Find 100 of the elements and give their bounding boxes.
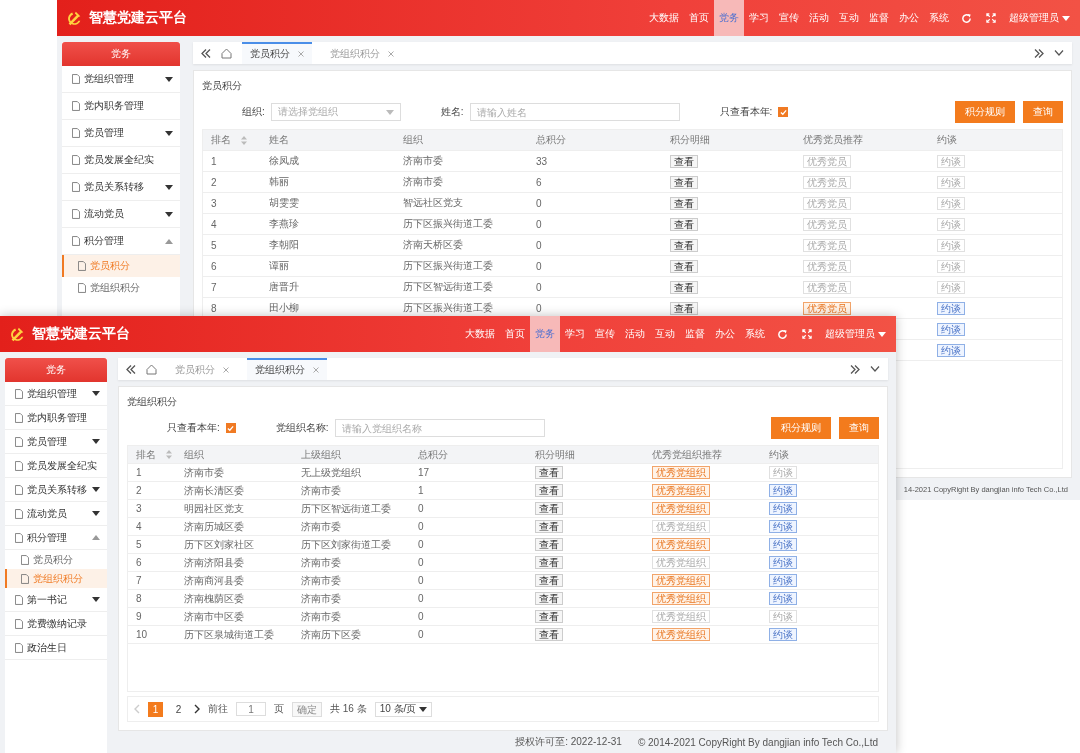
double-chevron-left-icon[interactable]: [126, 364, 136, 374]
nav-item[interactable]: 互动: [650, 316, 680, 352]
interview-button[interactable]: 约谈: [936, 343, 965, 357]
view-button[interactable]: 查看: [669, 301, 698, 315]
nav-item[interactable]: 办公: [894, 0, 924, 36]
nav-item[interactable]: 监督: [680, 316, 710, 352]
tab[interactable]: 党组织积分: [322, 42, 402, 64]
next-page-icon[interactable]: [194, 704, 200, 714]
recommend-button[interactable]: 优秀党组织: [652, 574, 710, 587]
view-button[interactable]: 查看: [669, 175, 698, 189]
recommend-button[interactable]: 优秀党组织: [652, 538, 710, 551]
nav-item[interactable]: 互动: [834, 0, 864, 36]
view-button[interactable]: 查看: [669, 217, 698, 231]
view-button[interactable]: 查看: [535, 574, 563, 587]
recommend-button[interactable]: 优秀党组织: [652, 484, 710, 497]
double-chevron-right-icon[interactable]: [1034, 48, 1044, 58]
close-icon[interactable]: [298, 51, 304, 57]
interview-button[interactable]: 约谈: [936, 322, 965, 336]
view-button[interactable]: 查看: [535, 484, 563, 497]
column-header[interactable]: 排名: [128, 447, 176, 462]
double-chevron-left-icon[interactable]: [201, 48, 211, 58]
interview-button[interactable]: 约谈: [936, 301, 965, 315]
page-button[interactable]: 1: [148, 701, 163, 717]
double-chevron-right-icon[interactable]: [850, 364, 860, 374]
page-button[interactable]: 2: [171, 701, 186, 717]
nav-item[interactable]: 党务: [530, 316, 560, 352]
tab[interactable]: 党员积分: [167, 358, 237, 380]
view-button[interactable]: 查看: [535, 610, 563, 623]
interview-button[interactable]: 约谈: [769, 628, 797, 641]
nav-item[interactable]: 系统: [740, 316, 770, 352]
recommend-button[interactable]: 优秀党组织: [652, 628, 710, 641]
sidebar-subitem[interactable]: 党员积分: [62, 255, 180, 277]
nav-item[interactable]: 活动: [804, 0, 834, 36]
fullscreen-icon[interactable]: [802, 329, 812, 339]
view-button[interactable]: 查看: [669, 238, 698, 252]
recommend-button[interactable]: 优秀党组织: [652, 592, 710, 605]
interview-button[interactable]: 约谈: [769, 538, 797, 551]
view-button[interactable]: 查看: [669, 280, 698, 294]
nav-item[interactable]: 大数据: [644, 0, 684, 36]
interview-button[interactable]: 约谈: [769, 502, 797, 515]
nav-item[interactable]: 学习: [560, 316, 590, 352]
tab[interactable]: 党组织积分: [247, 358, 327, 380]
nav-item[interactable]: 活动: [620, 316, 650, 352]
input-field[interactable]: 请输入党组织名称: [334, 419, 545, 437]
view-button[interactable]: 查看: [535, 628, 563, 641]
action-button[interactable]: 查询: [839, 417, 879, 439]
view-button[interactable]: 查看: [535, 520, 563, 533]
interview-button[interactable]: 约谈: [769, 574, 797, 587]
nav-item[interactable]: 监督: [864, 0, 894, 36]
page-size-select[interactable]: 10 条/页: [374, 701, 433, 717]
action-button[interactable]: 积分规则: [771, 417, 831, 439]
checkbox[interactable]: [225, 423, 236, 433]
confirm-button[interactable]: 确定: [292, 701, 322, 717]
view-button[interactable]: 查看: [669, 259, 698, 273]
input-field[interactable]: 请输入姓名: [469, 103, 680, 121]
sidebar-subitem[interactable]: 党组织积分: [5, 569, 107, 588]
close-icon[interactable]: [313, 367, 319, 373]
nav-item[interactable]: 大数据: [460, 316, 500, 352]
close-icon[interactable]: [223, 367, 229, 373]
view-button[interactable]: 查看: [669, 196, 698, 210]
nav-item[interactable]: 学习: [744, 0, 774, 36]
page-input[interactable]: 1: [236, 702, 266, 716]
view-button[interactable]: 查看: [535, 592, 563, 605]
close-icon[interactable]: [388, 51, 394, 57]
user-menu[interactable]: 超级管理员: [1003, 11, 1080, 25]
recommend-button[interactable]: 优秀党组织: [652, 502, 710, 515]
chevron-down-icon[interactable]: [1054, 50, 1064, 56]
nav-item[interactable]: 宣传: [590, 316, 620, 352]
action-button[interactable]: 积分规则: [955, 101, 1015, 123]
column-header[interactable]: 排名: [203, 133, 261, 147]
view-button[interactable]: 查看: [535, 502, 563, 515]
interview-button[interactable]: 约谈: [769, 484, 797, 497]
action-button[interactable]: 查询: [1023, 101, 1063, 123]
refresh-icon[interactable]: [961, 12, 972, 24]
nav-item[interactable]: 首页: [684, 0, 714, 36]
tab[interactable]: 党员积分: [242, 42, 312, 64]
interview-button[interactable]: 约谈: [769, 556, 797, 569]
table-cell-text: 0: [417, 503, 425, 514]
fullscreen-icon[interactable]: [986, 13, 996, 23]
nav-item[interactable]: 系统: [924, 0, 954, 36]
recommend-button[interactable]: 优秀党员: [803, 301, 851, 315]
chevron-down-icon[interactable]: [870, 366, 880, 372]
select-field[interactable]: 请选择党组织: [270, 103, 401, 121]
refresh-icon[interactable]: [777, 328, 788, 340]
view-button[interactable]: 查看: [535, 556, 563, 569]
interview-button[interactable]: 约谈: [769, 520, 797, 533]
view-button[interactable]: 查看: [669, 154, 698, 168]
home-icon[interactable]: [221, 47, 232, 59]
recommend-button[interactable]: 优秀党组织: [652, 466, 710, 479]
nav-item[interactable]: 宣传: [774, 0, 804, 36]
nav-item[interactable]: 党务: [714, 0, 744, 36]
home-icon[interactable]: [146, 363, 157, 375]
user-menu[interactable]: 超级管理员: [819, 327, 896, 341]
interview-button[interactable]: 约谈: [769, 592, 797, 605]
view-button[interactable]: 查看: [535, 538, 563, 551]
table-cell-text: 历下区刘家社区: [183, 537, 255, 552]
nav-item[interactable]: 办公: [710, 316, 740, 352]
view-button[interactable]: 查看: [535, 466, 563, 479]
nav-item[interactable]: 首页: [500, 316, 530, 352]
checkbox[interactable]: [778, 107, 789, 117]
